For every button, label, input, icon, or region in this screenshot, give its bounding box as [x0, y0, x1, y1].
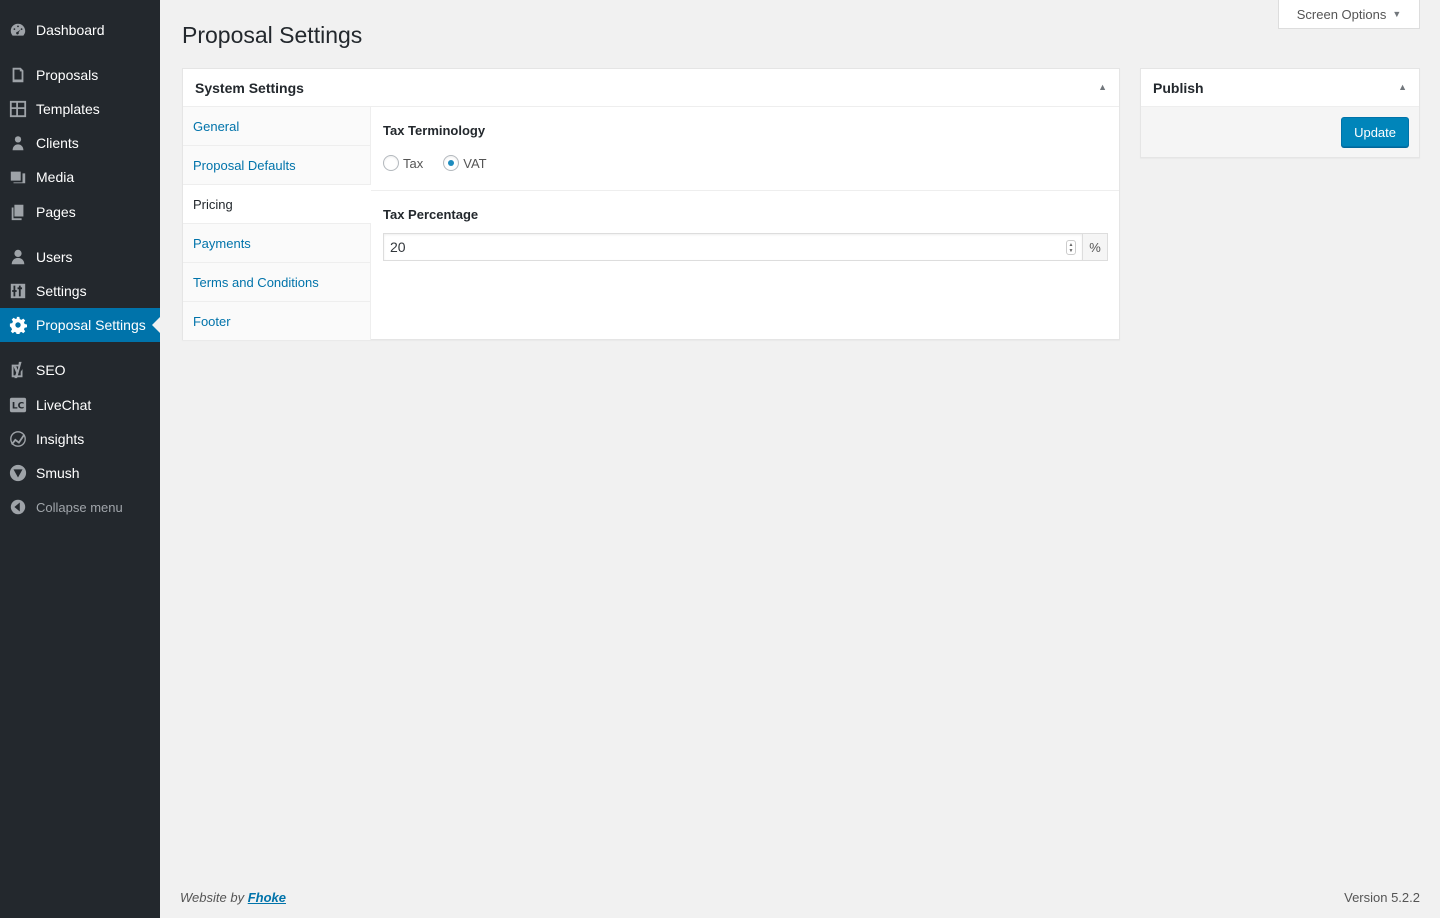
- sidebar-item-settings[interactable]: Settings: [0, 274, 160, 308]
- tab-payments[interactable]: Payments: [183, 224, 370, 263]
- tax-percentage-field: Tax Percentage 20 ▲ ▼ %: [371, 191, 1119, 277]
- sidebar-item-media[interactable]: Media: [0, 160, 160, 194]
- screen-options-label: Screen Options: [1296, 6, 1387, 22]
- sidebar-item-label: Users: [36, 249, 73, 265]
- sidebar-item-label: Templates: [36, 101, 100, 117]
- sidebar-item-proposals[interactable]: Proposals: [0, 58, 160, 92]
- tab-footer[interactable]: Footer: [183, 302, 370, 341]
- sidebar-item-templates[interactable]: Templates: [0, 92, 160, 126]
- sidebar-item-label: Insights: [36, 431, 85, 447]
- collapse-toggle-icon[interactable]: ▲: [1098, 82, 1107, 92]
- sidebar-item-label: Dashboard: [36, 22, 105, 38]
- caret-down-icon: ▼: [1392, 9, 1402, 19]
- publish-title: Publish: [1153, 79, 1204, 96]
- sidebar-item-insights[interactable]: Insights: [0, 422, 160, 456]
- sidebar-item-seo[interactable]: SEO: [0, 353, 160, 387]
- tax-percentage-input-group: 20 ▲ ▼ %: [383, 233, 1108, 261]
- tax-percentage-value: 20: [390, 239, 406, 255]
- tax-terminology-options: Tax VAT: [383, 155, 1107, 171]
- insights-icon: [0, 430, 36, 448]
- publish-header: Publish ▲: [1141, 69, 1419, 107]
- radio-option-vat[interactable]: VAT: [443, 155, 487, 171]
- tax-terminology-label: Tax Terminology: [383, 123, 486, 138]
- sidebar-item-smush[interactable]: Smush: [0, 456, 160, 490]
- gear-icon: [0, 316, 36, 334]
- sidebar-item-label: Clients: [36, 135, 79, 151]
- footer-version: Version 5.2.2: [1344, 890, 1420, 905]
- radio-tax[interactable]: [383, 155, 399, 171]
- tab-general[interactable]: General: [183, 107, 370, 146]
- sidebar-item-label: LiveChat: [36, 397, 92, 413]
- system-settings-panel: System Settings ▲ General Proposal Defau…: [182, 68, 1120, 340]
- sidebar-item-label: SEO: [36, 362, 66, 378]
- collapse-menu-button[interactable]: Collapse menu: [0, 490, 160, 524]
- radio-vat[interactable]: [443, 155, 460, 171]
- radio-option-tax[interactable]: Tax: [383, 155, 423, 171]
- sidebar-item-label: Settings: [36, 283, 87, 299]
- footer-link[interactable]: Fhoke: [248, 890, 286, 905]
- radio-tax-label: Tax: [403, 155, 424, 171]
- tax-percentage-input[interactable]: 20 ▲ ▼: [383, 233, 1082, 261]
- media-icon: [0, 168, 36, 186]
- livechat-icon: LC: [0, 396, 36, 414]
- sidebar-item-dashboard[interactable]: Dashboard: [0, 13, 160, 47]
- seo-icon: [0, 361, 36, 379]
- proposals-icon: [0, 66, 36, 84]
- sidebar-item-livechat[interactable]: LC LiveChat: [0, 388, 160, 422]
- collapse-menu-label: Collapse menu: [36, 499, 123, 515]
- publish-panel: Publish ▲ Update: [1140, 68, 1420, 158]
- admin-sidebar: Dashboard Proposals Templates Clients Me…: [0, 0, 160, 918]
- sidebar-item-users[interactable]: Users: [0, 240, 160, 274]
- tax-terminology-field: Tax Terminology Tax VAT: [371, 107, 1119, 191]
- tab-pricing[interactable]: Pricing: [183, 185, 371, 224]
- collapse-toggle-icon[interactable]: ▲: [1398, 82, 1407, 92]
- sidebar-item-clients[interactable]: Clients: [0, 126, 160, 160]
- templates-icon: [0, 100, 36, 118]
- tab-proposal-defaults[interactable]: Proposal Defaults: [183, 146, 370, 185]
- sidebar-item-label: Proposal Settings: [36, 317, 146, 333]
- pricing-tab-content: Tax Terminology Tax VAT Tax Percentage 2…: [371, 107, 1119, 277]
- publish-actions: Update: [1141, 107, 1419, 157]
- tab-terms-and-conditions[interactable]: Terms and Conditions: [183, 263, 370, 302]
- sidebar-item-label: Smush: [36, 465, 80, 481]
- sidebar-item-label: Media: [36, 169, 75, 185]
- settings-tabs: General Proposal Defaults Pricing Paymen…: [183, 107, 371, 340]
- update-button[interactable]: Update: [1341, 117, 1409, 147]
- footer-prefix: Website by: [180, 890, 245, 905]
- smush-icon: [0, 464, 36, 482]
- sidebar-item-label: Pages: [36, 204, 76, 220]
- radio-vat-label: VAT: [463, 155, 487, 171]
- settings-icon: [0, 282, 36, 300]
- collapse-icon: [0, 498, 36, 516]
- sidebar-item-label: Proposals: [36, 67, 99, 83]
- system-settings-header: System Settings ▲: [183, 69, 1119, 107]
- sidebar-item-proposal-settings[interactable]: Proposal Settings: [0, 308, 160, 342]
- footer-credit: Website by Fhoke: [180, 890, 286, 905]
- pages-icon: [0, 203, 36, 221]
- users-icon: [0, 248, 36, 266]
- screen-options-button[interactable]: Screen Options ▼: [1278, 0, 1420, 29]
- tax-percentage-label: Tax Percentage: [383, 207, 479, 222]
- sidebar-item-pages[interactable]: Pages: [0, 195, 160, 229]
- percent-addon: %: [1082, 233, 1108, 261]
- system-settings-title: System Settings: [195, 79, 304, 96]
- svg-text:LC: LC: [12, 402, 25, 412]
- number-spinner-icon[interactable]: ▲ ▼: [1066, 240, 1076, 255]
- clients-icon: [0, 134, 36, 152]
- page-title: Proposal Settings: [182, 22, 363, 48]
- dashboard-icon: [0, 21, 36, 39]
